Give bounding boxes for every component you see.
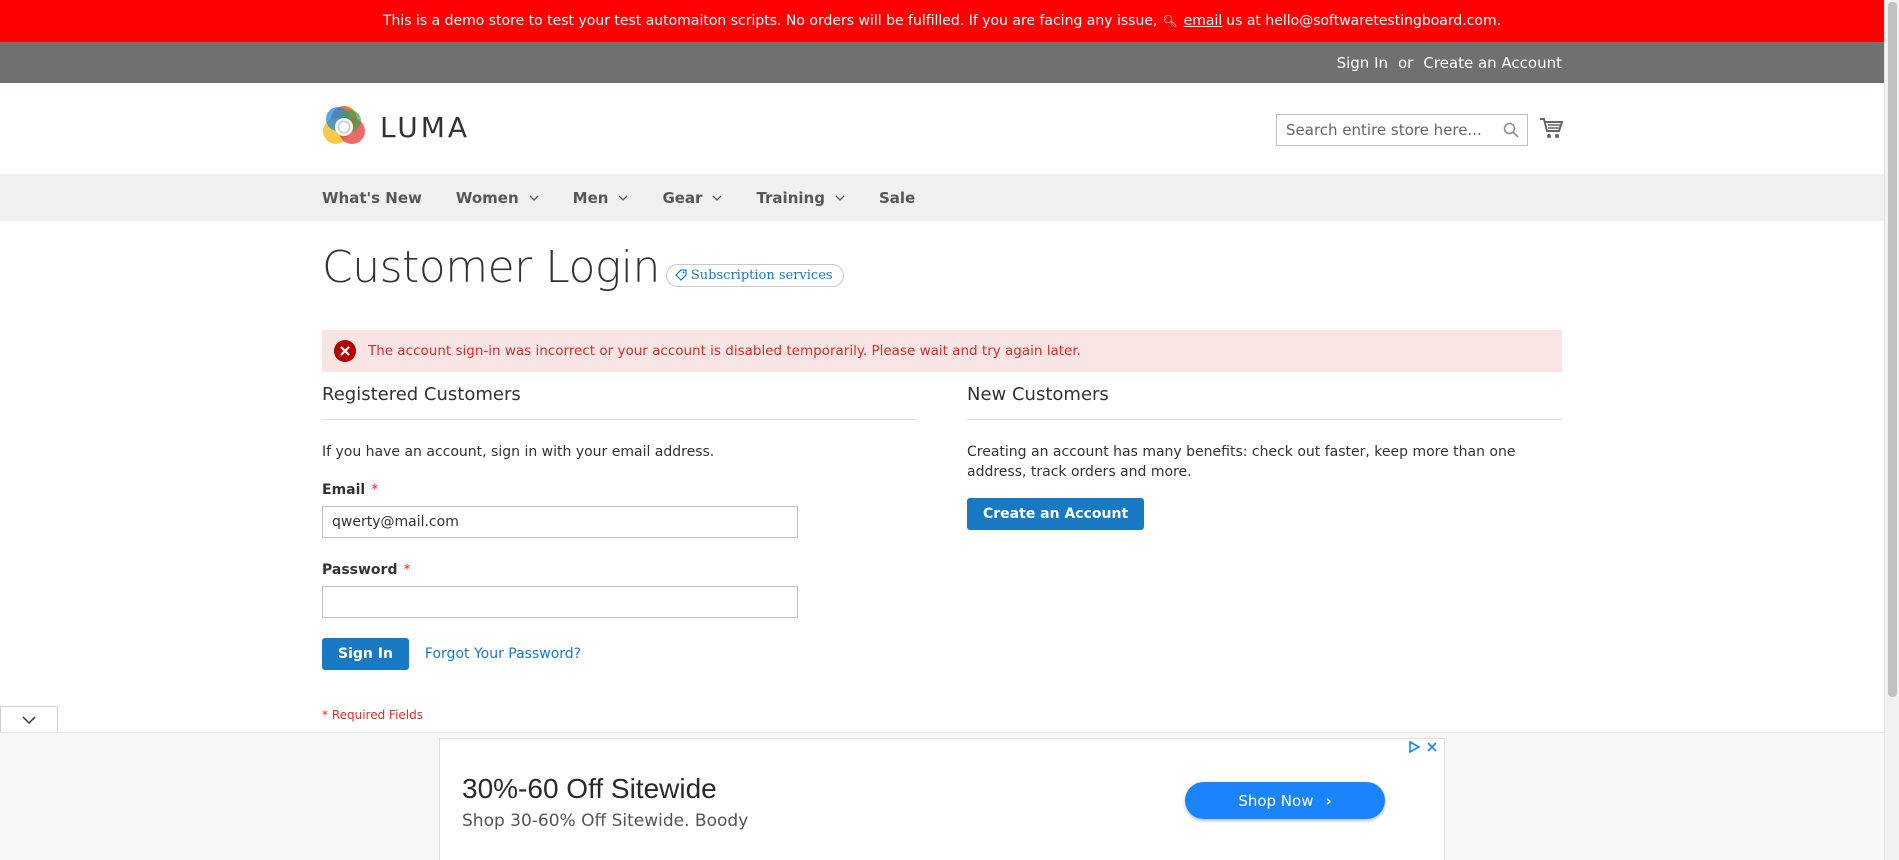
required-asterisk: * (371, 482, 379, 498)
banner-text: This is a demo store to test your test a… (382, 13, 1158, 29)
chevron-down-icon (618, 195, 628, 201)
shop-now-button[interactable]: Shop Now › (1185, 782, 1385, 819)
required-fields-note: * Required Fields (322, 708, 423, 722)
banner-text-after: us at hello@softwaretestingboard.com. (1226, 13, 1502, 29)
cart-icon[interactable] (1539, 117, 1563, 139)
search-icon[interactable] (1503, 122, 1519, 138)
chevron-down-icon (529, 195, 539, 201)
password-label: Password * (322, 562, 411, 578)
new-customers-text: Creating an account has many benefits: c… (967, 444, 1516, 480)
ad-text: Shop 30-60% Off Sitewide. Boody (462, 811, 749, 831)
new-customers-title: New Customers (967, 384, 1562, 420)
shop-now-label: Shop Now (1238, 791, 1314, 810)
title-row: Customer Login Subscription services (322, 221, 1562, 313)
password-field[interactable] (322, 586, 798, 618)
top-links-bar: Sign In or Create an Account (0, 42, 1884, 83)
main-content: Customer Login Subscription services The… (322, 221, 1562, 722)
email-field[interactable]: qwerty@mail.com (322, 506, 798, 538)
nav-item-whats-new[interactable]: What's New (322, 189, 422, 207)
registered-customers-block: Registered Customers If you have an acco… (322, 384, 917, 722)
luma-logo-icon (323, 106, 365, 144)
nav-item-gear[interactable]: Gear (662, 189, 722, 207)
page-scrollbar[interactable] (1884, 0, 1899, 860)
email-value: qwerty@mail.com (332, 514, 459, 530)
ad-card[interactable]: 30%-60 Off Sitewide Shop 30-60% Off Site… (439, 738, 1445, 860)
close-icon[interactable] (1426, 741, 1438, 753)
ad-controls (1408, 741, 1438, 753)
error-message: The account sign-in was incorrect or you… (322, 330, 1562, 372)
ad-collapse-toggle[interactable] (0, 706, 58, 732)
main-navigation: What's New Women Men Gear Training Sale (0, 174, 1884, 221)
subscription-services-badge[interactable]: Subscription services (665, 263, 844, 287)
forgot-password-link[interactable]: Forgot Your Password? (425, 646, 581, 662)
sign-in-link[interactable]: Sign In (1337, 54, 1388, 72)
logo-text: LUMA (380, 110, 471, 144)
subscription-badge-label: Subscription services (690, 267, 833, 283)
ad-choices-icon[interactable] (1408, 741, 1420, 753)
registered-intro: If you have an account, sign in with you… (322, 444, 715, 460)
page-title: Customer Login (322, 241, 660, 293)
search-placeholder: Search entire store here... (1286, 121, 1482, 139)
search-input[interactable]: Search entire store here... (1276, 114, 1528, 146)
chevron-right-icon: › (1325, 791, 1332, 810)
chevron-down-icon (835, 195, 845, 201)
ad-title: 30%-60 Off Sitewide (462, 773, 717, 804)
required-asterisk: * (403, 562, 411, 578)
demo-store-banner: This is a demo store to test your test a… (0, 0, 1884, 42)
chevron-down-icon (712, 195, 722, 201)
ad-bar: 30%-60 Off Sitewide Shop 30-60% Off Site… (0, 732, 1884, 860)
chevron-down-icon (22, 715, 36, 724)
luma-logo[interactable]: LUMA (322, 105, 470, 149)
nav-item-sale[interactable]: Sale (879, 189, 915, 207)
nav-item-training[interactable]: Training (756, 189, 845, 207)
sign-in-button[interactable]: Sign In (322, 638, 409, 670)
create-account-link[interactable]: Create an Account (1423, 54, 1562, 72)
scrollbar-thumb[interactable] (1888, 2, 1897, 697)
nav-item-women[interactable]: Women (456, 189, 539, 207)
magnifier-icon: 🔍︎ (1162, 14, 1178, 28)
create-account-button[interactable]: Create an Account (967, 498, 1145, 530)
error-icon (334, 340, 356, 362)
tag-icon (675, 269, 687, 281)
new-customers-block: New Customers Creating an account has ma… (967, 384, 1562, 530)
or-separator: or (1398, 53, 1414, 72)
error-message-text: The account sign-in was incorrect or you… (368, 343, 1081, 359)
banner-email-link[interactable]: email (1184, 13, 1223, 29)
site-header: LUMA Search entire store here... (0, 83, 1884, 174)
email-label: Email * (322, 482, 379, 498)
registered-customers-title: Registered Customers (322, 384, 917, 420)
nav-item-men[interactable]: Men (573, 189, 629, 207)
login-actions: Sign In Forgot Your Password? (322, 638, 917, 670)
